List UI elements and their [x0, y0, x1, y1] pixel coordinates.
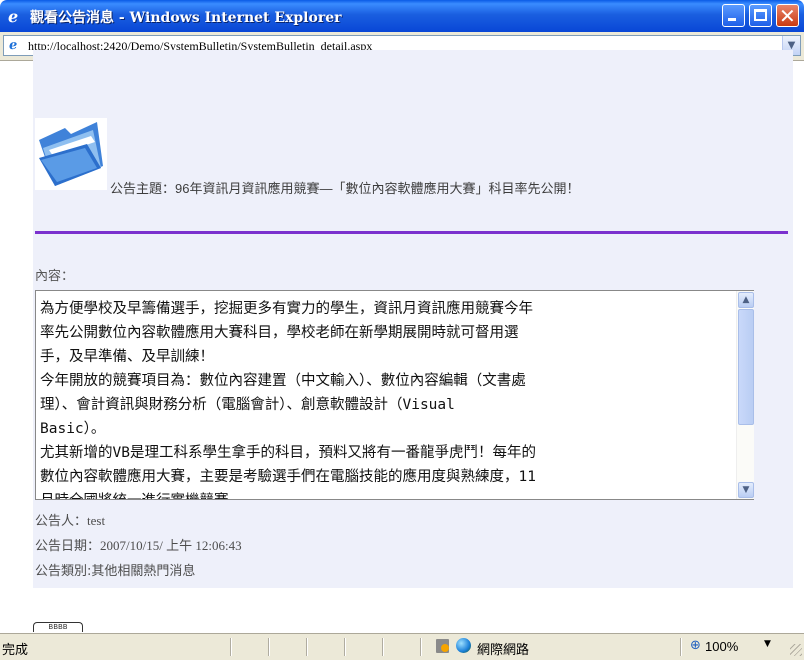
- title-bar: ℯ 觀看公告消息 - Windows Internet Explorer ✕: [0, 0, 804, 32]
- content-line: 尤其新增的VB是理工科系學生拿手的科目，預料又將有一番龍爭虎鬥！每年的: [40, 445, 536, 461]
- publisher-value: test: [87, 513, 106, 528]
- content-line: 理）、會計資訊與財務分析（電腦會計）、創意軟體設計（Visual: [40, 397, 455, 413]
- status-separator: [382, 638, 384, 656]
- scroll-up-arrow-icon[interactable]: ▲: [738, 292, 754, 308]
- category-row: 公告類別:其他相關熱門消息: [35, 560, 195, 579]
- resize-grip[interactable]: [790, 644, 802, 656]
- window-title: 觀看公告消息 - Windows Internet Explorer: [30, 10, 342, 26]
- status-bar: 完成 網際網路 ⊕ 100% ▼: [0, 633, 804, 660]
- content-line: 率先公開數位內容軟體應用大賽科目，學校老師在新學期展開時就可督用選: [40, 325, 519, 341]
- maximize-button[interactable]: [749, 4, 772, 27]
- zoom-dropdown-icon[interactable]: ▼: [764, 639, 771, 649]
- bulletin-subject: 公告主題：96年資訊月資訊應用競賽—「數位內容軟體應用大賽」科目率先公開！: [110, 181, 580, 196]
- page-ie-icon: ℯ: [9, 38, 18, 53]
- zoom-level[interactable]: 100%: [705, 639, 738, 654]
- publisher-label: 公告人：: [35, 514, 88, 529]
- folder-icon: [35, 118, 107, 190]
- status-text: 完成: [2, 643, 29, 658]
- status-separator: [268, 638, 270, 656]
- status-separator: [680, 638, 682, 656]
- scroll-down-arrow-icon[interactable]: ▼: [738, 482, 754, 498]
- minimize-button[interactable]: [722, 4, 745, 27]
- content-line: 為方便學校及早籌備選手，挖掘更多有實力的學生，資訊月資訊應用競賽今年: [40, 301, 533, 317]
- status-separator: [344, 638, 346, 656]
- publisher-row: 公告人：test: [35, 510, 105, 529]
- status-separator: [306, 638, 308, 656]
- content-label: 內容：: [35, 269, 75, 284]
- protected-mode-icon[interactable]: [436, 639, 449, 653]
- content-textarea[interactable]: 為方便學校及早籌備選手，挖掘更多有實力的學生，資訊月資訊應用競賽今年 率先公開數…: [35, 290, 754, 500]
- content-text: 為方便學校及早籌備選手，挖掘更多有實力的學生，資訊月資訊應用競賽今年 率先公開數…: [40, 297, 740, 499]
- content-line: 數位內容軟體應用大賽，主要是考驗選手們在電腦技能的應用度與熟練度，11: [40, 469, 536, 485]
- zoom-icon[interactable]: ⊕: [690, 638, 701, 653]
- category-value: 其他相關熱門消息: [91, 564, 196, 579]
- content-line: 今年開放的競賽項目為：數位內容建置（中文輸入）、數位內容編輯（文書處: [40, 373, 526, 389]
- content-line: 月時全國將統一進行實機競賽: [40, 489, 740, 499]
- date-value: 2007/10/15/ 上午 12:06:43: [100, 538, 242, 553]
- ie-icon: ℯ: [8, 7, 19, 26]
- date-row: 公告日期：2007/10/15/ 上午 12:06:43: [35, 535, 242, 554]
- date-label: 公告日期：: [35, 539, 101, 554]
- category-label: 公告類別:: [35, 564, 92, 579]
- globe-icon: [456, 638, 471, 653]
- partial-button[interactable]: BBBB: [33, 622, 83, 632]
- content-line: 手，及早準備、及早訓練！: [40, 349, 214, 365]
- scroll-thumb[interactable]: [738, 309, 754, 425]
- divider: [35, 231, 788, 234]
- content-line: Basic）。: [40, 421, 106, 437]
- status-separator: [420, 638, 422, 656]
- close-button[interactable]: ✕: [776, 4, 799, 28]
- textarea-scrollbar[interactable]: ▲ ▼: [736, 291, 754, 499]
- zone-text: 網際網路: [477, 643, 530, 658]
- status-separator: [230, 638, 232, 656]
